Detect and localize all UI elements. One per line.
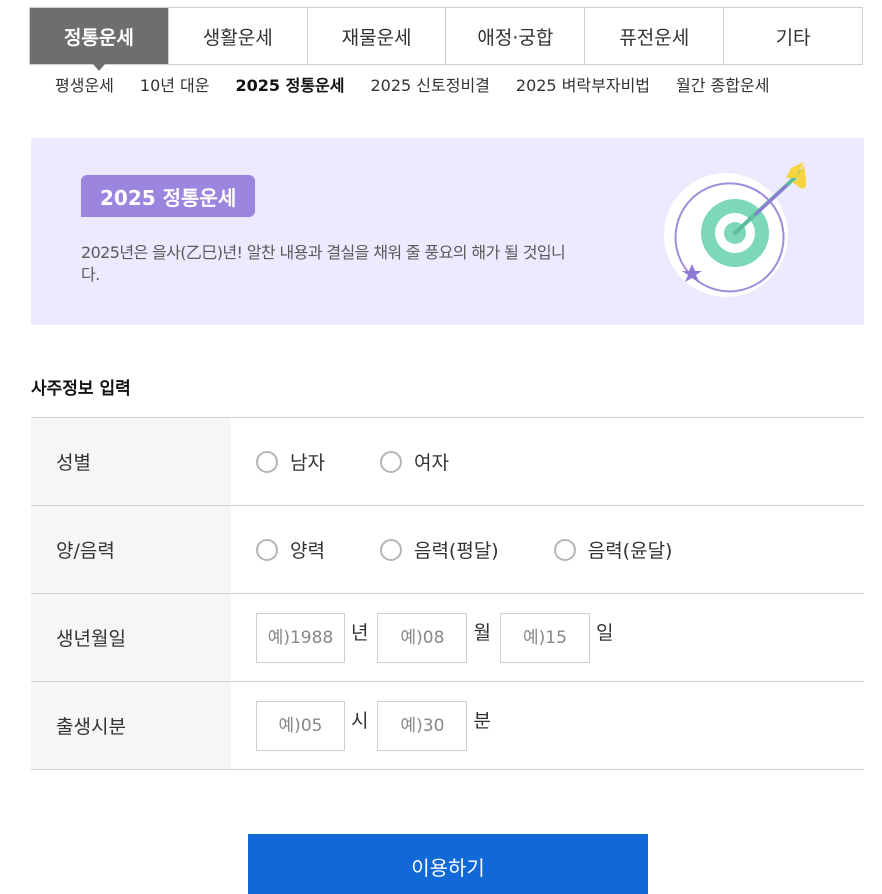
target-dart-icon (664, 162, 806, 297)
radio-label: 양력 (290, 540, 325, 562)
radio-circle-icon[interactable] (379, 450, 402, 473)
month-unit: 월 (473, 622, 491, 644)
birth-hour-input[interactable] (256, 700, 345, 751)
subtab-2025-traditional[interactable]: 2025 정통운세 (236, 72, 345, 96)
banner-title-badge: 2025 정통운세 (81, 175, 256, 217)
subtab-10year-fortune[interactable]: 10년 대운 (140, 72, 210, 96)
birth-minute-input[interactable] (377, 700, 468, 751)
tab-life-fortune[interactable]: 생활운세 (167, 8, 307, 64)
saju-info-form: 성별 남자 여자 양/음력 양력 음력(평달) 음력(윤달) 생년월일 예)19… (31, 417, 864, 770)
birth-year-input[interactable] (256, 612, 345, 663)
main-category-tabs: 정통운세 생활운세 재물운세 애정·궁합 퓨전운세 기타 (29, 7, 863, 71)
radio-label: 음력(평달) (413, 540, 499, 562)
tab-traditional-fortune[interactable]: 정통운세 (30, 8, 168, 71)
radio-label: 음력(윤달) (587, 540, 673, 562)
radio-circle-icon[interactable] (553, 538, 576, 561)
subtab-lifetime-fortune[interactable]: 평생운세 (55, 72, 114, 96)
gender-male-radio[interactable]: 남자 (256, 448, 325, 475)
birthtime-row: 출생시분 시 분 (31, 682, 864, 770)
form-section-title: 사주정보 입력 (31, 379, 131, 399)
tab-etc[interactable]: 기타 (723, 8, 862, 64)
birthdate-label: 생년월일 (31, 594, 231, 681)
gender-label: 성별 (31, 418, 231, 505)
hour-unit: 시 (351, 710, 369, 732)
radio-label: 남자 (290, 452, 325, 474)
radio-circle-icon[interactable] (256, 538, 278, 561)
radio-label: 여자 (413, 452, 449, 474)
subtab-2025-tojeong[interactable]: 2025 신토정비결 (370, 72, 489, 96)
tab-wealth-fortune[interactable]: 재물운세 (306, 8, 446, 64)
calendar-row: 양/음력 양력 음력(평달) 음력(윤달) (31, 506, 864, 594)
calendar-lunar-regular-radio[interactable]: 음력(평달) (379, 536, 499, 563)
tab-love-compatibility[interactable]: 애정·궁합 (445, 8, 585, 64)
radio-circle-icon[interactable] (256, 450, 278, 473)
calendar-solar-radio[interactable]: 양력 (256, 536, 325, 563)
banner-description: 2025년은 을사(乙巳)년! 알찬 내용과 결실을 채워 줄 풍요의 해가 될… (81, 243, 566, 284)
subtab-monthly-fortune[interactable]: 월간 종합운세 (676, 72, 769, 96)
intro-banner: 2025 정통운세 2025년은 을사(乙巳)년! 알찬 내용과 결실을 채워 … (31, 138, 864, 325)
gender-female-radio[interactable]: 여자 (379, 448, 449, 475)
gender-row: 성별 남자 여자 (31, 418, 864, 506)
calendar-lunar-leap-radio[interactable]: 음력(윤달) (553, 536, 673, 563)
year-unit: 년 (351, 622, 369, 644)
subtab-2025-wealth-secret[interactable]: 2025 벼락부자비법 (516, 72, 650, 96)
birthtime-field: 시 분 (231, 682, 864, 769)
tab-fusion-fortune[interactable]: 퓨전운세 (584, 8, 724, 64)
gender-field: 남자 여자 (231, 418, 864, 505)
birthtime-label: 출생시분 (31, 682, 231, 769)
calendar-label: 양/음력 (31, 506, 231, 593)
radio-circle-icon[interactable] (379, 538, 402, 561)
birth-month-input[interactable] (377, 612, 468, 663)
sub-category-tabs: 평생운세 10년 대운 2025 정통운세 2025 신토정비결 2025 벼락… (55, 72, 795, 96)
submit-button[interactable]: 이용하기 (248, 834, 648, 894)
calendar-field: 양력 음력(평달) 음력(윤달) (231, 506, 864, 593)
birth-day-input[interactable] (499, 612, 590, 663)
birthdate-row: 생년월일 년 월 일 (31, 594, 864, 682)
birthdate-field: 년 월 일 (231, 594, 864, 681)
day-unit: 일 (595, 622, 614, 644)
minute-unit: 분 (473, 710, 491, 732)
